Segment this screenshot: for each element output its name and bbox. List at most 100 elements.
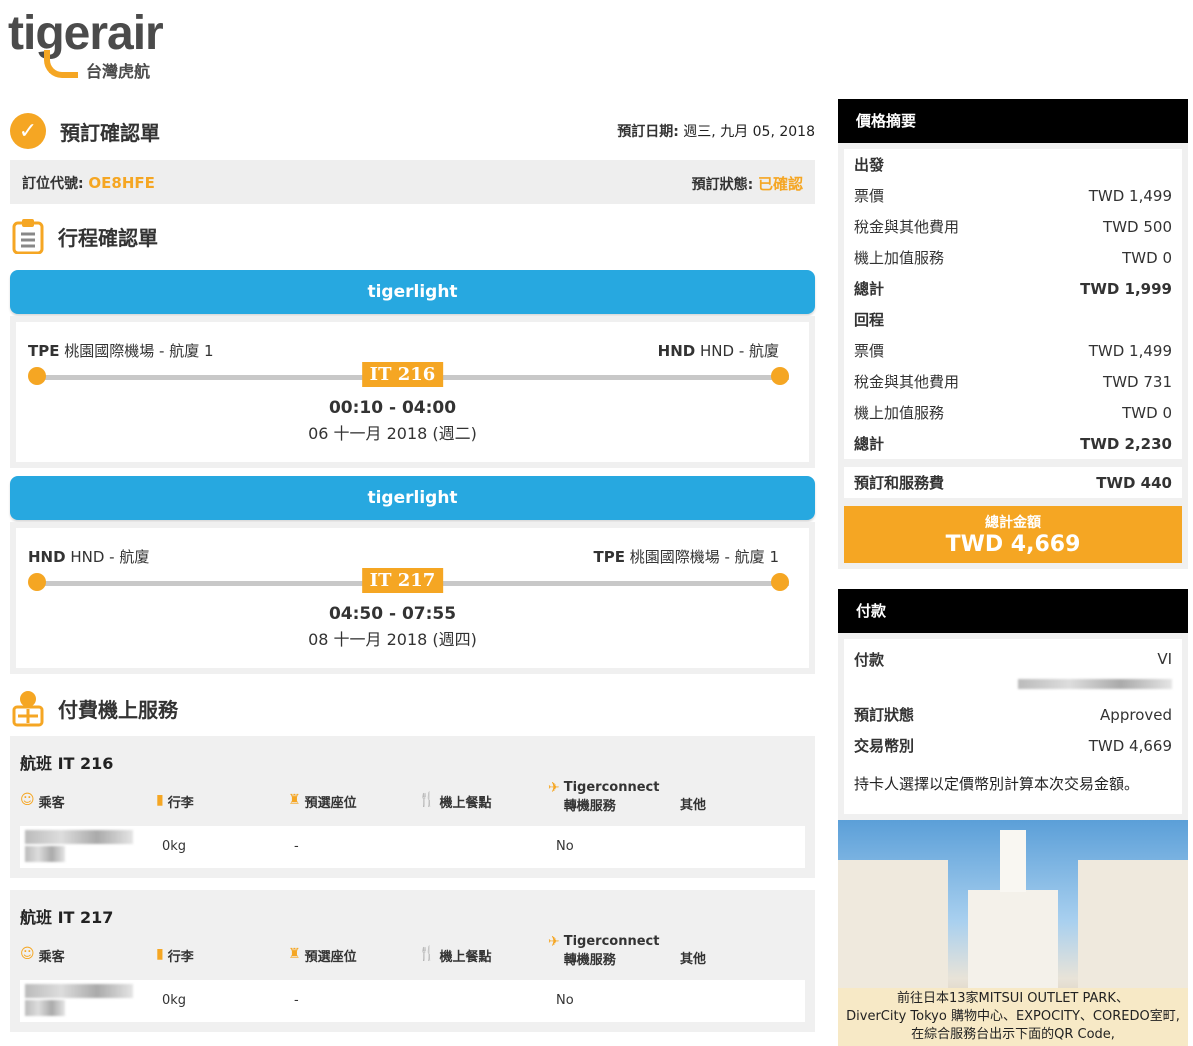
luggage-icon: ▮ [156, 792, 164, 808]
ad-chapel [968, 890, 1058, 990]
price-breakdown: 出發 票價 TWD 1,499 稅金與其他費用 TWD 500 機上加值服務 TWD … [844, 149, 1182, 459]
booking-fee-box: 預訂和服務費 TWD 440 [844, 467, 1182, 498]
service-columns: ☺ 乘客 ▮ 行李 ♜ 預選座位 🍴 機上餐點 ✈ Tigerconnect 轉機服務 其他 [20, 780, 805, 826]
price-summary-panel: 價格摘要 出發 票價 TWD 1,499 稅金與其他費用 TWD 500 機上加值服… [838, 99, 1188, 569]
itinerary-header: 行程確認單 [12, 216, 158, 256]
flight-date: 08 十一月 2018 (週四) [308, 630, 477, 649]
col-baggage: ▮ 行李 [156, 792, 194, 811]
depart-label: 出發 [854, 156, 885, 174]
flight-origin: TPE 桃園國際機場 - 航廈 1 [28, 342, 214, 360]
origin-dot-icon [28, 367, 46, 385]
fare-type-banner: tigerlight [10, 270, 815, 314]
flight-number-badge: IT 216 [361, 362, 444, 387]
service-flight-title: 航班 IT 216 [20, 754, 114, 773]
currency-row: 交易幣別 TWD 4,669 [854, 736, 1172, 756]
ad-text: 前往日本13家MITSUI OUTLET PARK、 DiverCity Tok… [838, 988, 1188, 1046]
itinerary-title: 行程確認單 [58, 225, 158, 250]
destination-dot-icon [771, 573, 789, 591]
grand-total-label: 總計金額 [985, 515, 1041, 531]
payment-method-row: 付款 VI [854, 650, 1172, 669]
fare-type-banner: tigerlight [10, 476, 815, 520]
col-seat: ♜ 預選座位 [288, 792, 357, 811]
ad-building-left [838, 860, 948, 990]
service-block: 航班 IT 216 ☺ 乘客 ▮ 行李 ♜ 預選座位 🍴 機上餐點 ✈ Tigerconn… [10, 736, 815, 878]
col-tigerconnect: ✈ Tigerconnect 轉機服務 [548, 934, 660, 968]
flight-card: TPE 桃園國際機場 - 航廈 1 HND HND - 航廈 IT 216 00… [10, 316, 815, 468]
flight-times: 04:50 - 07:55 [328, 604, 457, 624]
booking-status-value: 已確認 [757, 175, 803, 193]
col-seat: ♜ 預選座位 [288, 946, 357, 965]
ad-spire [1000, 830, 1026, 892]
luggage-icon: ▮ [156, 946, 164, 962]
service-row: 0kg - No [20, 826, 805, 868]
col-tigerconnect: ✈ Tigerconnect 轉機服務 [548, 780, 660, 814]
origin-dot-icon [28, 573, 46, 591]
payment-status-row: 預訂狀態 Approved [854, 705, 1172, 725]
seat-value: - [294, 993, 299, 1008]
payment-title: 付款 [838, 589, 1188, 633]
tigerair-logo: tigerair 台灣虎航 [8, 6, 188, 82]
flight-destination: TPE 桃園國際機場 - 航廈 1 [593, 548, 779, 566]
service-columns: ☺ 乘客 ▮ 行李 ♜ 預選座位 🍴 機上餐點 ✈ Tigerconnect 轉機服務 其他 [20, 934, 805, 980]
baggage-value: 0kg [162, 839, 187, 854]
pnr-value: OE8HFE [88, 174, 155, 192]
return-total-row: 總計 TWD 2,230 [854, 434, 1172, 454]
pnr-bar: 訂位代號: OE8HFE 預訂狀態: 已確認 [10, 160, 815, 204]
flight-card: HND HND - 航廈 TPE 桃園國際機場 - 航廈 1 IT 217 04… [10, 522, 815, 674]
connect-value: No [556, 839, 574, 854]
flight-destination: HND HND - 航廈 [657, 342, 779, 360]
payment-details: 付款 VI 預訂狀態 Approved 交易幣別 TWD 4,669 持卡人選擇以定價… [844, 639, 1182, 814]
mitsui-outlet-ad[interactable]: 前往日本13家MITSUI OUTLET PARK、 DiverCity Tok… [838, 820, 1188, 1046]
booking-confirmation-header: ✓ 預訂確認單 預訂日期: 週三, 九月 05, 2018 [10, 112, 815, 150]
booking-confirmation-title: 預訂確認單 [60, 120, 160, 145]
passenger-name-redacted [25, 1000, 65, 1016]
meal-icon: 🍴 [418, 946, 436, 962]
service-block: 航班 IT 217 ☺ 乘客 ▮ 行李 ♜ 預選座位 🍴 機上餐點 ✈ Tigerconn… [10, 890, 815, 1032]
flight-times: 00:10 - 04:00 [328, 398, 457, 418]
service-row: 0kg - No [20, 980, 805, 1022]
grand-total-box: 總計金額 TWD 4,669 [844, 506, 1182, 563]
price-summary-title: 價格摘要 [838, 99, 1188, 143]
baggage-value: 0kg [162, 993, 187, 1008]
logo-chinese-name: 台灣虎航 [86, 62, 151, 81]
card-number-redacted [1018, 679, 1172, 689]
passenger-name-redacted [25, 830, 133, 844]
payment-panel: 付款 付款 VI 預訂狀態 Approved 交易幣別 TWD 4,669 持卡人選擇… [838, 589, 1188, 820]
return-addon-row: 機上加值服務 TWD 0 [854, 403, 1172, 423]
depart-tax-row: 稅金與其他費用 TWD 500 [854, 217, 1172, 237]
logo-swoosh-icon [44, 50, 78, 78]
col-passenger: ☺ 乘客 [20, 946, 65, 965]
pnr: 訂位代號: OE8HFE [22, 174, 155, 192]
flight-date: 06 十一月 2018 (週二) [308, 424, 477, 443]
col-other: 其他 [680, 952, 707, 967]
return-label: 回程 [854, 311, 885, 329]
depart-total-row: 總計 TWD 1,999 [854, 279, 1172, 299]
flight-number-badge: IT 217 [361, 568, 444, 593]
passenger-name-redacted [25, 846, 65, 862]
depart-fare-row: 票價 TWD 1,499 [854, 186, 1172, 206]
connect-value: No [556, 993, 574, 1008]
passenger-icon: ☺ [20, 792, 35, 808]
col-baggage: ▮ 行李 [156, 946, 194, 965]
ad-building-right [1078, 860, 1188, 990]
seat-value: - [294, 839, 299, 854]
paid-services-header: 付費機上服務 [12, 688, 178, 728]
destination-dot-icon [771, 367, 789, 385]
seat-icon: ♜ [288, 792, 301, 808]
seat-icon: ♜ [288, 946, 301, 962]
col-meal: 🍴 機上餐點 [418, 946, 492, 965]
col-passenger: ☺ 乘客 [20, 792, 65, 811]
booking-date-value: 週三, 九月 05, 2018 [683, 124, 815, 140]
meal-icon: 🍴 [418, 792, 436, 808]
passenger-name-redacted [25, 984, 133, 998]
grand-total-value: TWD 4,669 [945, 532, 1081, 557]
clipboard-icon [12, 219, 44, 254]
service-flight-title: 航班 IT 217 [20, 908, 114, 927]
passenger-icon: ☺ [20, 946, 35, 962]
payment-note: 持卡人選擇以定價幣別計算本次交易金額。 [854, 775, 1140, 793]
gift-tiger-icon [12, 691, 44, 727]
flight-origin: HND HND - 航廈 [28, 548, 150, 566]
plane-icon: ✈ [548, 934, 560, 950]
plane-icon: ✈ [548, 780, 560, 796]
logo-wordmark: tigerair [8, 7, 164, 60]
